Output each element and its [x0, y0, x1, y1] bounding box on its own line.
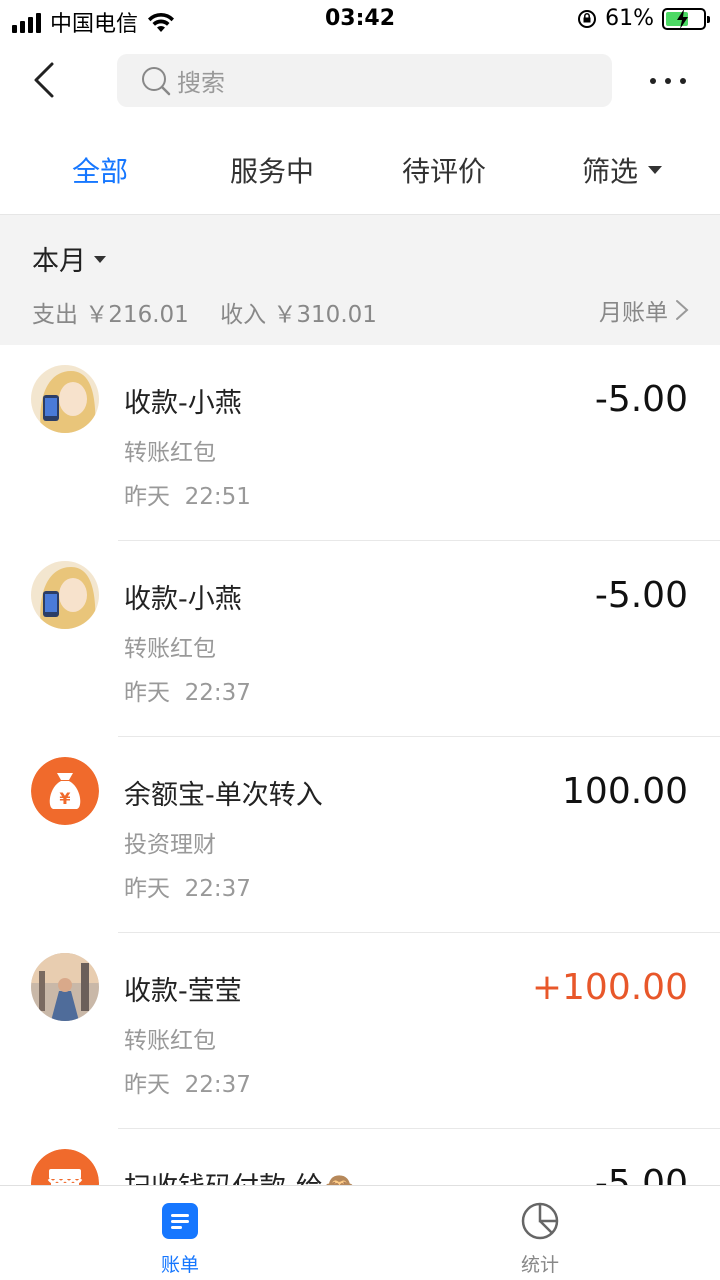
transaction-category: 转账红包 — [124, 440, 216, 466]
search-icon — [142, 66, 171, 95]
transaction-row[interactable]: 扫收钱码付款-给🙈 -5.00 — [0, 1129, 720, 1185]
transaction-time: 22:37 — [184, 680, 251, 706]
expense-total: 支出 ￥216.01 — [32, 302, 189, 328]
bill-icon — [162, 1203, 198, 1239]
month-summary: 本月 支出 ￥216.01 收入 ￥310.01 月账单 — [0, 214, 720, 345]
monthly-bill-label: 月账单 — [599, 300, 668, 326]
more-dot — [650, 78, 656, 84]
search-placeholder: 搜索 — [177, 69, 225, 97]
battery-icon — [662, 7, 710, 30]
person-avatar — [31, 953, 99, 1021]
transaction-category: 转账红包 — [124, 1028, 216, 1054]
transaction-row[interactable]: 收款-莹莹 转账红包 昨天 22:37 +100.00 — [0, 933, 720, 1129]
more-dot — [680, 78, 686, 84]
transaction-time: 22:51 — [184, 484, 251, 510]
nav-bar: 搜索 — [0, 40, 720, 126]
transaction-title: 收款-莹莹 — [124, 976, 242, 1007]
transaction-day: 昨天 — [124, 1072, 170, 1098]
battery-percent: 61% — [605, 6, 654, 31]
chevron-left-icon — [34, 62, 54, 98]
orientation-lock-icon — [578, 9, 597, 28]
bottom-tab-bar: 账单 统计 — [0, 1185, 720, 1280]
more-dot — [665, 78, 671, 84]
transaction-title: 扫收钱码付款-给🙈 — [124, 1165, 356, 1185]
transaction-time: 22:37 — [184, 1072, 251, 1098]
pie-chart-icon — [521, 1202, 559, 1240]
transaction-category: 投资理财 — [124, 832, 216, 858]
transaction-title: 收款-小燕 — [124, 388, 242, 419]
chevron-right-icon — [676, 300, 689, 320]
tab-bill-label: 账单 — [160, 1254, 199, 1276]
search-input[interactable]: 搜索 — [117, 54, 612, 107]
person-avatar — [31, 365, 99, 433]
shop-icon — [31, 1149, 99, 1185]
transaction-title: 收款-小燕 — [124, 584, 242, 615]
transaction-row[interactable]: ¥ 余额宝-单次转入 投资理财 昨天 22:37 100.00 — [0, 737, 720, 933]
tab-all[interactable]: 全部 — [72, 150, 128, 190]
tab-statistics-label: 统计 — [520, 1254, 559, 1276]
tab-filter[interactable]: 筛选 — [582, 150, 663, 190]
tab-bill[interactable]: 账单 — [120, 1202, 240, 1277]
month-label: 本月 — [32, 246, 86, 277]
tab-pending-review[interactable]: 待评价 — [402, 150, 486, 190]
tab-in-service[interactable]: 服务中 — [230, 150, 314, 190]
transaction-time: 22:37 — [184, 876, 251, 902]
money-bag-icon: ¥ — [31, 757, 99, 825]
transaction-category: 转账红包 — [124, 636, 216, 662]
more-button[interactable] — [650, 66, 686, 96]
back-button[interactable] — [22, 58, 66, 102]
status-bar: 中国电信 03:42 61% — [0, 0, 720, 40]
filter-tabs: 全部 服务中 待评价 筛选 — [0, 130, 720, 214]
tab-statistics[interactable]: 统计 — [480, 1202, 600, 1277]
transaction-title: 余额宝-单次转入 — [124, 780, 323, 811]
monthly-bill-link[interactable]: 月账单 — [599, 293, 690, 327]
caret-down-icon — [94, 256, 106, 263]
transaction-day: 昨天 — [124, 680, 170, 706]
caret-down-icon — [648, 166, 663, 174]
person-avatar — [31, 561, 99, 629]
transaction-amount: -5.00 — [594, 1163, 688, 1185]
income-total: 收入 ￥310.01 — [220, 302, 377, 328]
transaction-list: 收款-小燕 转账红包 昨天 22:51 -5.00 收款-小燕 转账红包 昨天 … — [0, 345, 720, 1185]
month-selector[interactable]: 本月 — [32, 239, 106, 278]
transaction-amount: -5.00 — [594, 379, 688, 420]
transaction-day: 昨天 — [124, 876, 170, 902]
transaction-amount: 100.00 — [562, 771, 688, 812]
transaction-day: 昨天 — [124, 484, 170, 510]
transaction-amount: +100.00 — [531, 967, 688, 1008]
transaction-row[interactable]: 收款-小燕 转账红包 昨天 22:51 -5.00 — [0, 345, 720, 541]
transaction-amount: -5.00 — [594, 575, 688, 616]
transaction-row[interactable]: 收款-小燕 转账红包 昨天 22:37 -5.00 — [0, 541, 720, 737]
svg-text:¥: ¥ — [59, 789, 70, 808]
totals: 支出 ￥216.01 收入 ￥310.01 — [32, 295, 401, 329]
filter-label: 筛选 — [582, 155, 639, 188]
